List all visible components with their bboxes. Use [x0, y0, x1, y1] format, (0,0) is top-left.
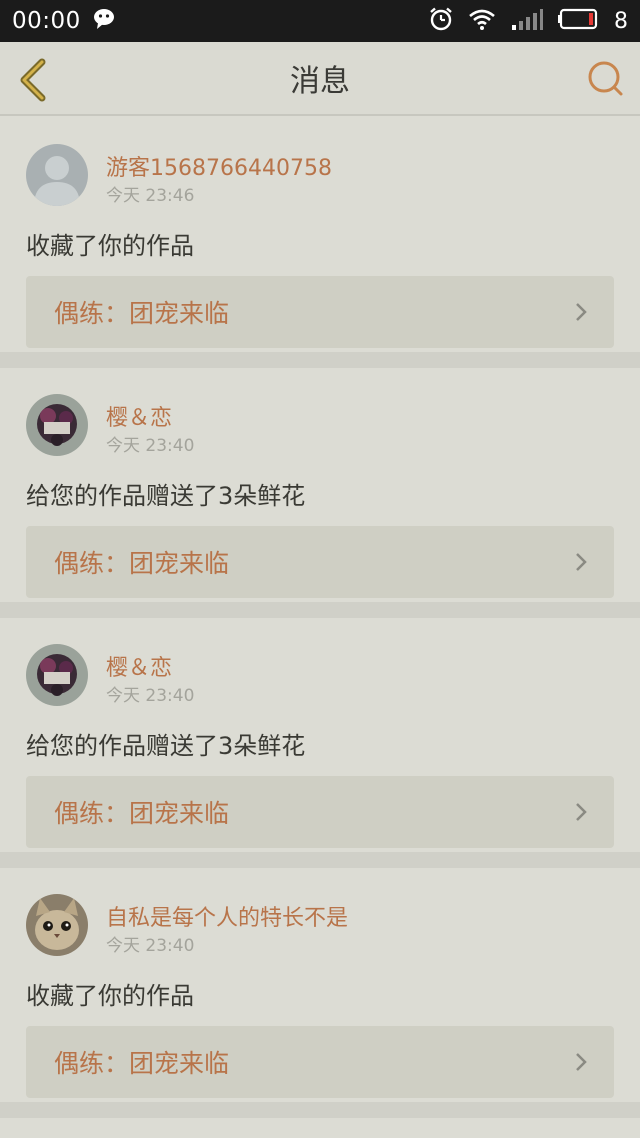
message-text: 收藏了你的作品 — [26, 232, 194, 260]
message-time: 今天 23:40 — [106, 436, 195, 456]
message-text: 收藏了你的作品 — [26, 982, 194, 1010]
chevron-left-icon — [20, 58, 46, 102]
page-title: 消息 — [290, 64, 350, 99]
signal-icon — [510, 7, 544, 35]
user-avatar[interactable] — [26, 394, 88, 456]
user-name[interactable]: 樱＆恋 — [106, 400, 172, 432]
search-button[interactable] — [586, 59, 626, 99]
work-title: 偶练：团宠来临 — [54, 549, 230, 578]
chevron-right-icon — [576, 553, 587, 571]
work-link[interactable]: 偶练：团宠来临 — [26, 526, 614, 598]
message-text: 给您的作品赠送了3朵鲜花 — [26, 482, 306, 510]
chevron-right-icon — [576, 303, 587, 321]
wechat-icon — [93, 8, 119, 34]
work-link[interactable]: 偶练：团宠来临 — [26, 1026, 614, 1098]
message-time: 今天 23:40 — [106, 936, 195, 956]
user-avatar[interactable] — [26, 144, 88, 206]
battery-level: 8 — [614, 8, 628, 34]
alarm-icon — [428, 6, 454, 36]
message-card: 樱＆恋 今天 23:40 给您的作品赠送了3朵鲜花 偶练：团宠来临 — [0, 368, 640, 618]
cat-photo — [26, 894, 88, 956]
user-photo — [26, 644, 88, 706]
back-button[interactable] — [16, 58, 52, 102]
message-time: 今天 23:46 — [106, 186, 195, 206]
battery-icon — [558, 8, 600, 34]
work-title: 偶练：团宠来临 — [54, 299, 230, 328]
user-name[interactable]: 自私是每个人的特长不是 — [106, 900, 348, 932]
status-time: 00:00 — [12, 8, 81, 34]
message-text: 给您的作品赠送了3朵鲜花 — [26, 732, 306, 760]
user-avatar[interactable] — [26, 644, 88, 706]
message-card: 樱＆恋 今天 23:40 给您的作品赠送了3朵鲜花 偶练：团宠来临 — [0, 618, 640, 868]
work-title: 偶练：团宠来临 — [54, 799, 230, 828]
default-avatar-icon — [26, 144, 88, 206]
user-avatar[interactable] — [26, 894, 88, 956]
nav-bar: 消息 — [0, 42, 640, 116]
chevron-right-icon — [576, 1053, 587, 1071]
message-list: 游客1568766440758 今天 23:46 收藏了你的作品 偶练：团宠来临… — [0, 118, 640, 1118]
chevron-right-icon — [576, 803, 587, 821]
work-link[interactable]: 偶练：团宠来临 — [26, 276, 614, 348]
work-link[interactable]: 偶练：团宠来临 — [26, 776, 614, 848]
user-photo — [26, 394, 88, 456]
message-time: 今天 23:40 — [106, 686, 195, 706]
search-icon — [588, 61, 623, 96]
message-card: 游客1568766440758 今天 23:46 收藏了你的作品 偶练：团宠来临 — [0, 118, 640, 368]
message-card: 自私是每个人的特长不是 今天 23:40 收藏了你的作品 偶练：团宠来临 — [0, 868, 640, 1118]
status-bar: 00:00 8 — [0, 0, 640, 42]
user-name[interactable]: 游客1568766440758 — [106, 150, 332, 182]
user-name[interactable]: 樱＆恋 — [106, 650, 172, 682]
work-title: 偶练：团宠来临 — [54, 1049, 230, 1078]
wifi-icon — [468, 7, 496, 35]
